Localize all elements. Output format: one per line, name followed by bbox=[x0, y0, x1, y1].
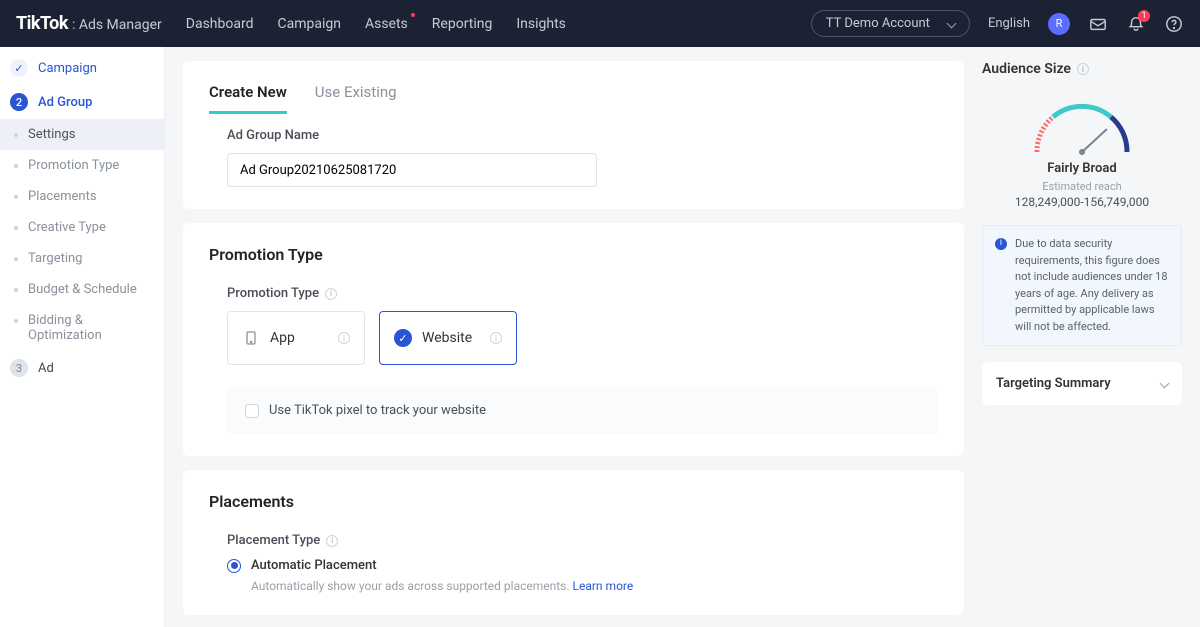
section-title-promotion: Promotion Type bbox=[209, 245, 938, 264]
info-icon[interactable]: i bbox=[338, 332, 350, 344]
step-number-icon: 2 bbox=[10, 93, 28, 111]
nav-dashboard[interactable]: Dashboard bbox=[186, 16, 254, 32]
sidebar-item-targeting[interactable]: Targeting bbox=[0, 243, 164, 274]
targeting-summary-toggle[interactable]: Targeting Summary bbox=[982, 362, 1182, 405]
tab-create-new[interactable]: Create New bbox=[209, 83, 287, 114]
assets-notification-dot bbox=[411, 13, 415, 17]
tabs: Create New Use Existing bbox=[209, 83, 938, 114]
main-area: Create New Use Existing Ad Group Name Pr… bbox=[165, 47, 1200, 627]
brand-name: TikTok bbox=[16, 13, 68, 34]
app-icon bbox=[242, 329, 260, 347]
promotion-options: App i ✓ Website i bbox=[227, 311, 938, 365]
right-column: Audience Size i Fairly Broad bbox=[982, 61, 1182, 405]
audience-note: i Due to data security requirements, thi… bbox=[982, 225, 1182, 346]
sidebar-item-settings[interactable]: Settings bbox=[0, 119, 164, 150]
info-icon[interactable]: i bbox=[1077, 63, 1089, 75]
center-column: Create New Use Existing Ad Group Name Pr… bbox=[183, 61, 964, 615]
bell-icon[interactable]: 1 bbox=[1126, 14, 1146, 34]
pixel-option: Use TikTok pixel to track your website bbox=[227, 387, 938, 434]
learn-more-link[interactable]: Learn more bbox=[573, 579, 634, 593]
card-adgroup-name: Create New Use Existing Ad Group Name bbox=[183, 61, 964, 209]
app-body: ✓ Campaign 2 Ad Group Settings Promotion… bbox=[0, 47, 1200, 627]
sidebar: ✓ Campaign 2 Ad Group Settings Promotion… bbox=[0, 47, 165, 627]
placement-type-label: Placement Type i bbox=[227, 533, 938, 548]
sidebar-item-bidding-optimization[interactable]: Bidding & Optimization bbox=[0, 305, 164, 351]
step-number-icon: 3 bbox=[10, 359, 28, 377]
avatar[interactable]: R bbox=[1048, 13, 1070, 35]
adgroup-name-label: Ad Group Name bbox=[227, 128, 938, 143]
sidebar-item-creative-type[interactable]: Creative Type bbox=[0, 212, 164, 243]
check-icon: ✓ bbox=[10, 59, 28, 77]
info-icon: i bbox=[995, 238, 1007, 250]
chevron-down-icon bbox=[946, 19, 956, 29]
language-selector[interactable]: English bbox=[988, 16, 1030, 31]
radio-icon bbox=[227, 559, 241, 573]
sidebar-item-placements[interactable]: Placements bbox=[0, 181, 164, 212]
chevron-down-icon bbox=[1160, 379, 1170, 389]
promotion-type-label: Promotion Type i bbox=[227, 286, 938, 301]
pixel-checkbox[interactable] bbox=[245, 404, 259, 418]
account-name: TT Demo Account bbox=[826, 16, 930, 31]
estimated-reach-label: Estimated reach bbox=[1042, 180, 1121, 193]
sidebar-step-campaign[interactable]: ✓ Campaign bbox=[0, 51, 164, 85]
audience-gauge: Fairly Broad Estimated reach 128,249,000… bbox=[982, 97, 1182, 209]
nav-reporting[interactable]: Reporting bbox=[432, 16, 493, 32]
option-website[interactable]: ✓ Website i bbox=[379, 311, 517, 365]
section-title-placements: Placements bbox=[209, 492, 938, 511]
top-header: TikTok : Ads Manager Dashboard Campaign … bbox=[0, 0, 1200, 47]
adgroup-name-input[interactable] bbox=[227, 153, 597, 187]
estimated-reach-range: 128,249,000-156,749,000 bbox=[1015, 195, 1149, 209]
info-icon[interactable]: i bbox=[325, 288, 337, 300]
placement-auto-helper: Automatically show your ads across suppo… bbox=[251, 579, 938, 593]
info-icon[interactable]: i bbox=[326, 535, 338, 547]
card-placements: Placements Placement Type i Automatic Pl… bbox=[183, 470, 964, 615]
audience-size-panel: Audience Size i Fairly Broad bbox=[982, 61, 1182, 346]
sidebar-step-ad[interactable]: 3 Ad bbox=[0, 351, 164, 385]
nav-campaign[interactable]: Campaign bbox=[277, 16, 340, 32]
help-icon[interactable] bbox=[1164, 14, 1184, 34]
brand-suffix: : Ads Manager bbox=[72, 17, 162, 33]
sidebar-step-adgroup[interactable]: 2 Ad Group bbox=[0, 85, 164, 119]
sidebar-item-budget-schedule[interactable]: Budget & Schedule bbox=[0, 274, 164, 305]
nav-assets[interactable]: Assets bbox=[365, 16, 408, 32]
pixel-label: Use TikTok pixel to track your website bbox=[269, 403, 486, 418]
option-app[interactable]: App i bbox=[227, 311, 365, 365]
account-switcher[interactable]: TT Demo Account bbox=[811, 10, 970, 37]
main-nav: Dashboard Campaign Assets Reporting Insi… bbox=[186, 16, 566, 32]
inbox-icon[interactable] bbox=[1088, 14, 1108, 34]
check-icon: ✓ bbox=[394, 329, 412, 347]
tab-use-existing[interactable]: Use Existing bbox=[315, 83, 397, 114]
header-right: TT Demo Account English R 1 bbox=[811, 10, 1184, 37]
sidebar-item-promotion-type[interactable]: Promotion Type bbox=[0, 150, 164, 181]
audience-size-label: Fairly Broad bbox=[1047, 161, 1116, 176]
audience-size-title: Audience Size i bbox=[982, 61, 1182, 77]
nav-insights[interactable]: Insights bbox=[516, 16, 566, 32]
brand: TikTok : Ads Manager bbox=[16, 13, 162, 34]
info-icon[interactable]: i bbox=[490, 332, 502, 344]
placement-automatic-option[interactable]: Automatic Placement bbox=[227, 558, 938, 573]
bell-badge: 1 bbox=[1138, 10, 1150, 22]
card-promotion-type: Promotion Type Promotion Type i App i bbox=[183, 223, 964, 456]
